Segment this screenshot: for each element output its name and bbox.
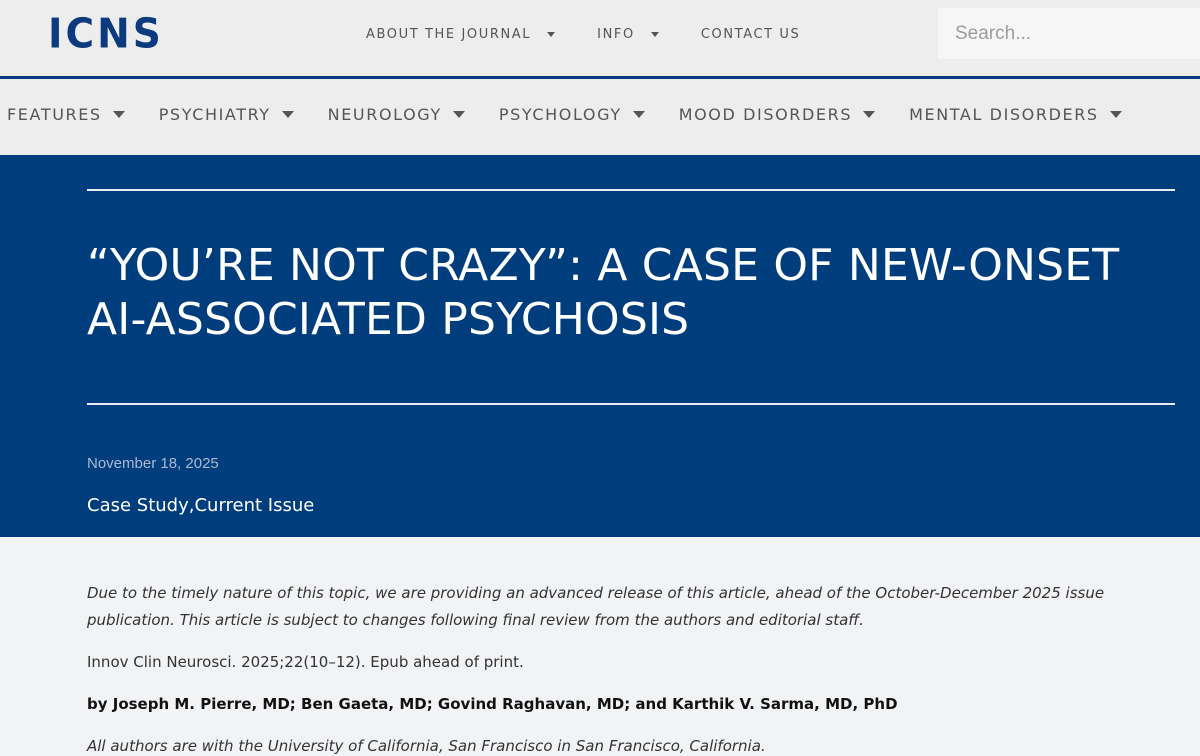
hero-divider-top [87,189,1175,191]
author-affiliation: All authors are with the University of C… [87,737,766,755]
category-nav: FEATURES PSYCHIATRY NEUROLOGY PSYCHOLOGY… [7,103,1156,125]
category-label: NEUROLOGY [327,104,442,124]
chevron-down-icon [650,31,659,37]
category-label: MENTAL DISORDERS [909,104,1099,124]
top-header: ICNS ABOUT THE JOURNAL INFO CONTACT US [0,0,1200,76]
category-neurology[interactable]: NEUROLOGY [328,103,465,125]
article-title: “YOU’RE NOT CRAZY”: A CASE OF NEW-ONSET … [87,240,1120,345]
chevron-down-icon [863,110,876,118]
chevron-down-icon [632,110,645,118]
article-body: Due to the timely nature of this topic, … [87,580,1127,756]
category-features[interactable]: FEATURES [7,103,125,125]
hero-divider-bottom [87,403,1175,405]
nav-contact-us-label: CONTACT US [700,26,801,42]
search-input[interactable] [938,8,1200,59]
advance-release-notice: Due to the timely nature of this topic, … [87,584,1105,629]
article-citation: Innov Clin Neurosci. 2025;22(10–12). Epu… [87,653,524,671]
chevron-down-icon [1109,110,1122,118]
category-mood-disorders[interactable]: MOOD DISORDERS [678,103,876,125]
article-date: November 18, 2025 [87,455,219,472]
site-logo[interactable]: ICNS [48,11,164,58]
category-label: FEATURES [7,104,102,124]
top-nav: ABOUT THE JOURNAL INFO CONTACT US [366,24,842,44]
category-label: PSYCHOLOGY [498,104,622,124]
category-psychiatry[interactable]: PSYCHIATRY [159,103,294,125]
nav-contact-us[interactable]: CONTACT US [701,24,801,44]
chevron-down-icon [281,110,294,118]
nav-about-journal-label: ABOUT THE JOURNAL [366,26,532,42]
nav-info[interactable]: INFO [597,24,659,44]
nav-info-label: INFO [597,26,635,42]
category-nav-bar: FEATURES PSYCHIATRY NEUROLOGY PSYCHOLOGY… [0,79,1200,155]
category-label: MOOD DISORDERS [678,104,853,124]
category-label: PSYCHIATRY [158,104,271,124]
chevron-down-icon [112,110,125,118]
article-hero: “YOU’RE NOT CRAZY”: A CASE OF NEW-ONSET … [0,155,1200,537]
nav-about-journal[interactable]: ABOUT THE JOURNAL [366,24,556,44]
category-mental-disorders[interactable]: MENTAL DISORDERS [909,103,1122,125]
article-categories[interactable]: Case Study,Current Issue [87,495,314,516]
article-authors: by Joseph M. Pierre, MD; Ben Gaeta, MD; … [87,695,898,713]
chevron-down-icon [452,110,465,118]
chevron-down-icon [547,31,556,37]
category-psychology[interactable]: PSYCHOLOGY [499,103,645,125]
